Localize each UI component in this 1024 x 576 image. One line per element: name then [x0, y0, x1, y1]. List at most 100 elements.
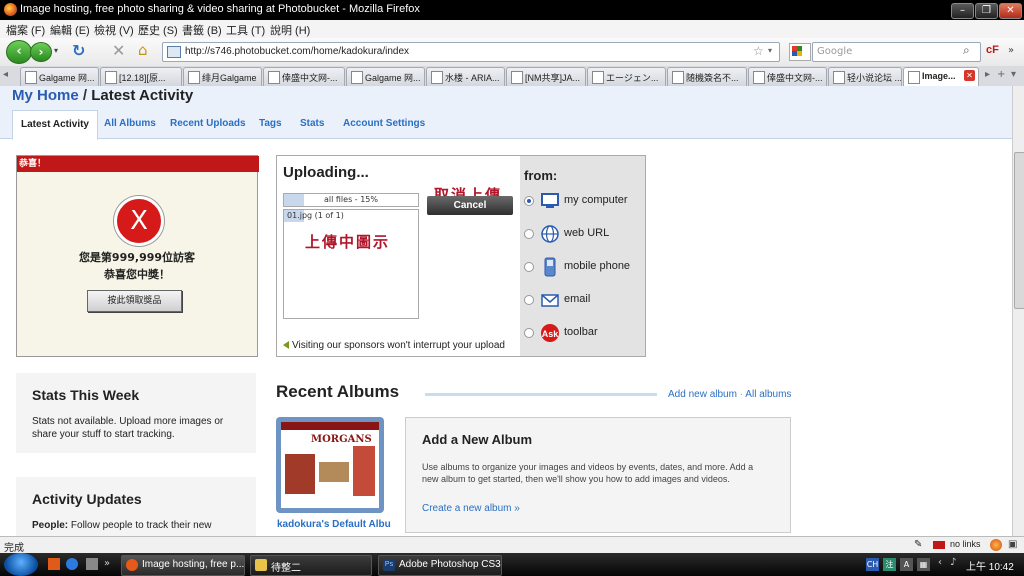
my-home-link[interactable]: My Home [12, 87, 79, 104]
tab-scroll-left-icon[interactable]: ◂ [3, 69, 8, 80]
cancel-button[interactable]: Cancel [427, 196, 513, 215]
tray-expand-icon[interactable]: ‹ [938, 557, 942, 568]
browser-tab[interactable]: 倖盛中文网-... [263, 67, 345, 86]
history-dropdown-icon[interactable]: ▾ [54, 46, 58, 55]
menu-bookmarks[interactable]: 書籤 (B) [182, 22, 222, 38]
toolbar-more-icon[interactable]: » [1008, 45, 1014, 56]
upload-icon-note: 上傳中圖示 [305, 233, 391, 251]
language-icon[interactable]: CH [866, 558, 879, 571]
browser-tab[interactable]: Galgame 网... [346, 67, 425, 86]
addon-status-icon[interactable]: ✎ [914, 539, 922, 550]
create-album-link[interactable]: Create a new album » [422, 503, 520, 514]
browser-tab[interactable]: 轻小说论坛 ... [828, 67, 902, 86]
source-web-url[interactable]: web URL [524, 223, 644, 245]
ime-mode-icon[interactable]: A [900, 558, 913, 571]
browser-tab[interactable]: 水楼 - ARIA... [426, 67, 505, 86]
browser-tab[interactable]: [NM共享]JA... [506, 67, 586, 86]
album-caption-link[interactable]: kadokura's Default Albu [277, 519, 391, 530]
section-divider [425, 393, 657, 396]
volume-icon[interactable]: ♪ [950, 557, 956, 568]
menu-history[interactable]: 歷史 (S) [138, 22, 178, 38]
reload-icon[interactable]: ↻ [72, 41, 85, 60]
file-list: 01.jpg (1 of 1) [283, 209, 419, 319]
browser-quicklaunch-icon[interactable] [66, 558, 78, 570]
page-icon [672, 71, 684, 84]
taskbar-item-firefox[interactable]: Image hosting, free p... [121, 555, 245, 576]
close-tab-icon[interactable]: ✕ [964, 70, 975, 81]
minimize-button[interactable]: – [951, 3, 974, 19]
menu-tools[interactable]: 工具 (T) [226, 22, 265, 38]
stats-this-week: Stats This Week Stats not available. Upl… [16, 373, 256, 453]
menu-view[interactable]: 檢視 (V) [94, 22, 134, 38]
tab-recent-uploads[interactable]: Recent Uploads [162, 110, 254, 138]
home-icon[interactable]: ⌂ [138, 41, 148, 59]
album-thumbnail[interactable]: MORGANS [276, 417, 384, 513]
close-button[interactable]: ✕ [999, 3, 1022, 19]
menu-edit[interactable]: 編輯 (E) [50, 22, 90, 38]
new-tab-icon[interactable]: + [997, 69, 1005, 80]
radio-button[interactable] [524, 196, 534, 206]
restore-button[interactable]: ❐ [975, 3, 998, 19]
quicklaunch-icon[interactable] [48, 558, 60, 570]
source-toolbar[interactable]: Ask toolbar [524, 322, 644, 344]
source-email[interactable]: email [524, 289, 644, 311]
album-links: Add new album · All albums [668, 389, 792, 400]
browser-tab[interactable]: 随機簽名不... [667, 67, 747, 86]
new-album-text: Use albums to organize your images and v… [422, 462, 754, 484]
stop-icon[interactable]: ✕ [112, 41, 125, 60]
back-button[interactable]: ‹ [6, 40, 32, 64]
status-menu-icon[interactable]: ▣ [1008, 539, 1017, 550]
menu-help[interactable]: 說明 (H) [270, 22, 310, 38]
firebug-icon[interactable] [990, 539, 1002, 551]
ime-settings-icon[interactable]: ▦ [917, 558, 930, 571]
search-icon[interactable]: ⌕ [963, 43, 970, 58]
source-mobile-phone[interactable]: mobile phone [524, 256, 644, 278]
bookmark-star-icon[interactable]: ☆ [753, 44, 764, 58]
ad-banner[interactable]: 恭喜！ X 您是第999,999位訪客 恭喜您中獎！ 按此領取獎品 [16, 155, 259, 357]
source-my-computer[interactable]: my computer [524, 190, 644, 212]
upload-panel: Uploading... all files - 15% 01.jpg (1 o… [276, 155, 646, 357]
browser-tab[interactable]: エージェン... [587, 67, 666, 86]
url-dropdown-icon[interactable]: ▾ [768, 46, 772, 55]
tab-stats[interactable]: Stats [292, 110, 332, 138]
ime-icon[interactable]: 注 [883, 558, 896, 571]
site-favicon-icon [167, 46, 181, 58]
sponsor-note: Visiting our sponsors won't interrupt yo… [283, 340, 505, 351]
taskbar-item-photoshop[interactable]: Ps Adobe Photoshop CS3... [378, 555, 502, 576]
tab-account-settings[interactable]: Account Settings [335, 110, 433, 138]
error-x-icon: X [114, 196, 164, 246]
browser-tab[interactable]: 绯月Galgame [183, 67, 262, 86]
email-icon [541, 294, 559, 307]
tab-all-albums[interactable]: All Albums [96, 110, 164, 138]
vertical-scrollbar[interactable] [1012, 86, 1024, 536]
browser-tab[interactable]: 倖盛中文网-... [748, 67, 827, 86]
add-new-album-link[interactable]: Add new album [668, 389, 737, 400]
tab-tags[interactable]: Tags [251, 110, 290, 138]
radio-button[interactable] [524, 262, 534, 272]
tab-scroll-right-icon[interactable]: ▸ [985, 69, 990, 80]
address-bar[interactable]: http://s746.photobucket.com/home/kadokur… [162, 42, 780, 62]
radio-button[interactable] [524, 229, 534, 239]
browser-tab[interactable]: Galgame 网... [20, 67, 99, 86]
addon-icon[interactable]: cF [986, 44, 999, 56]
search-input[interactable]: Google ⌕ [812, 42, 981, 62]
link-checker-icon[interactable] [933, 541, 945, 549]
quicklaunch-more-icon[interactable]: » [104, 558, 110, 569]
menu-file[interactable]: 檔案 (F) [6, 22, 45, 38]
browser-tab-active[interactable]: Image... ✕ [903, 67, 979, 86]
radio-button[interactable] [524, 295, 534, 305]
taskbar-clock[interactable]: 上午 10:42 [966, 558, 1014, 573]
taskbar-item-folder[interactable]: 待整二 [250, 555, 372, 576]
search-engine-icon[interactable] [789, 43, 811, 61]
radio-button[interactable] [524, 328, 534, 338]
forward-button[interactable]: › [30, 42, 52, 62]
claim-prize-button[interactable]: 按此領取獎品 [87, 290, 182, 312]
firefox-icon [4, 3, 17, 16]
browser-tab[interactable]: [12.18][原... [100, 67, 182, 86]
scrollbar-thumb[interactable] [1014, 152, 1024, 309]
tab-list-icon[interactable]: ▾ [1011, 69, 1016, 80]
all-albums-link[interactable]: All albums [745, 389, 791, 400]
start-button[interactable] [4, 553, 38, 576]
app-quicklaunch-icon[interactable] [86, 558, 98, 570]
tab-latest-activity[interactable]: Latest Activity [12, 110, 98, 140]
